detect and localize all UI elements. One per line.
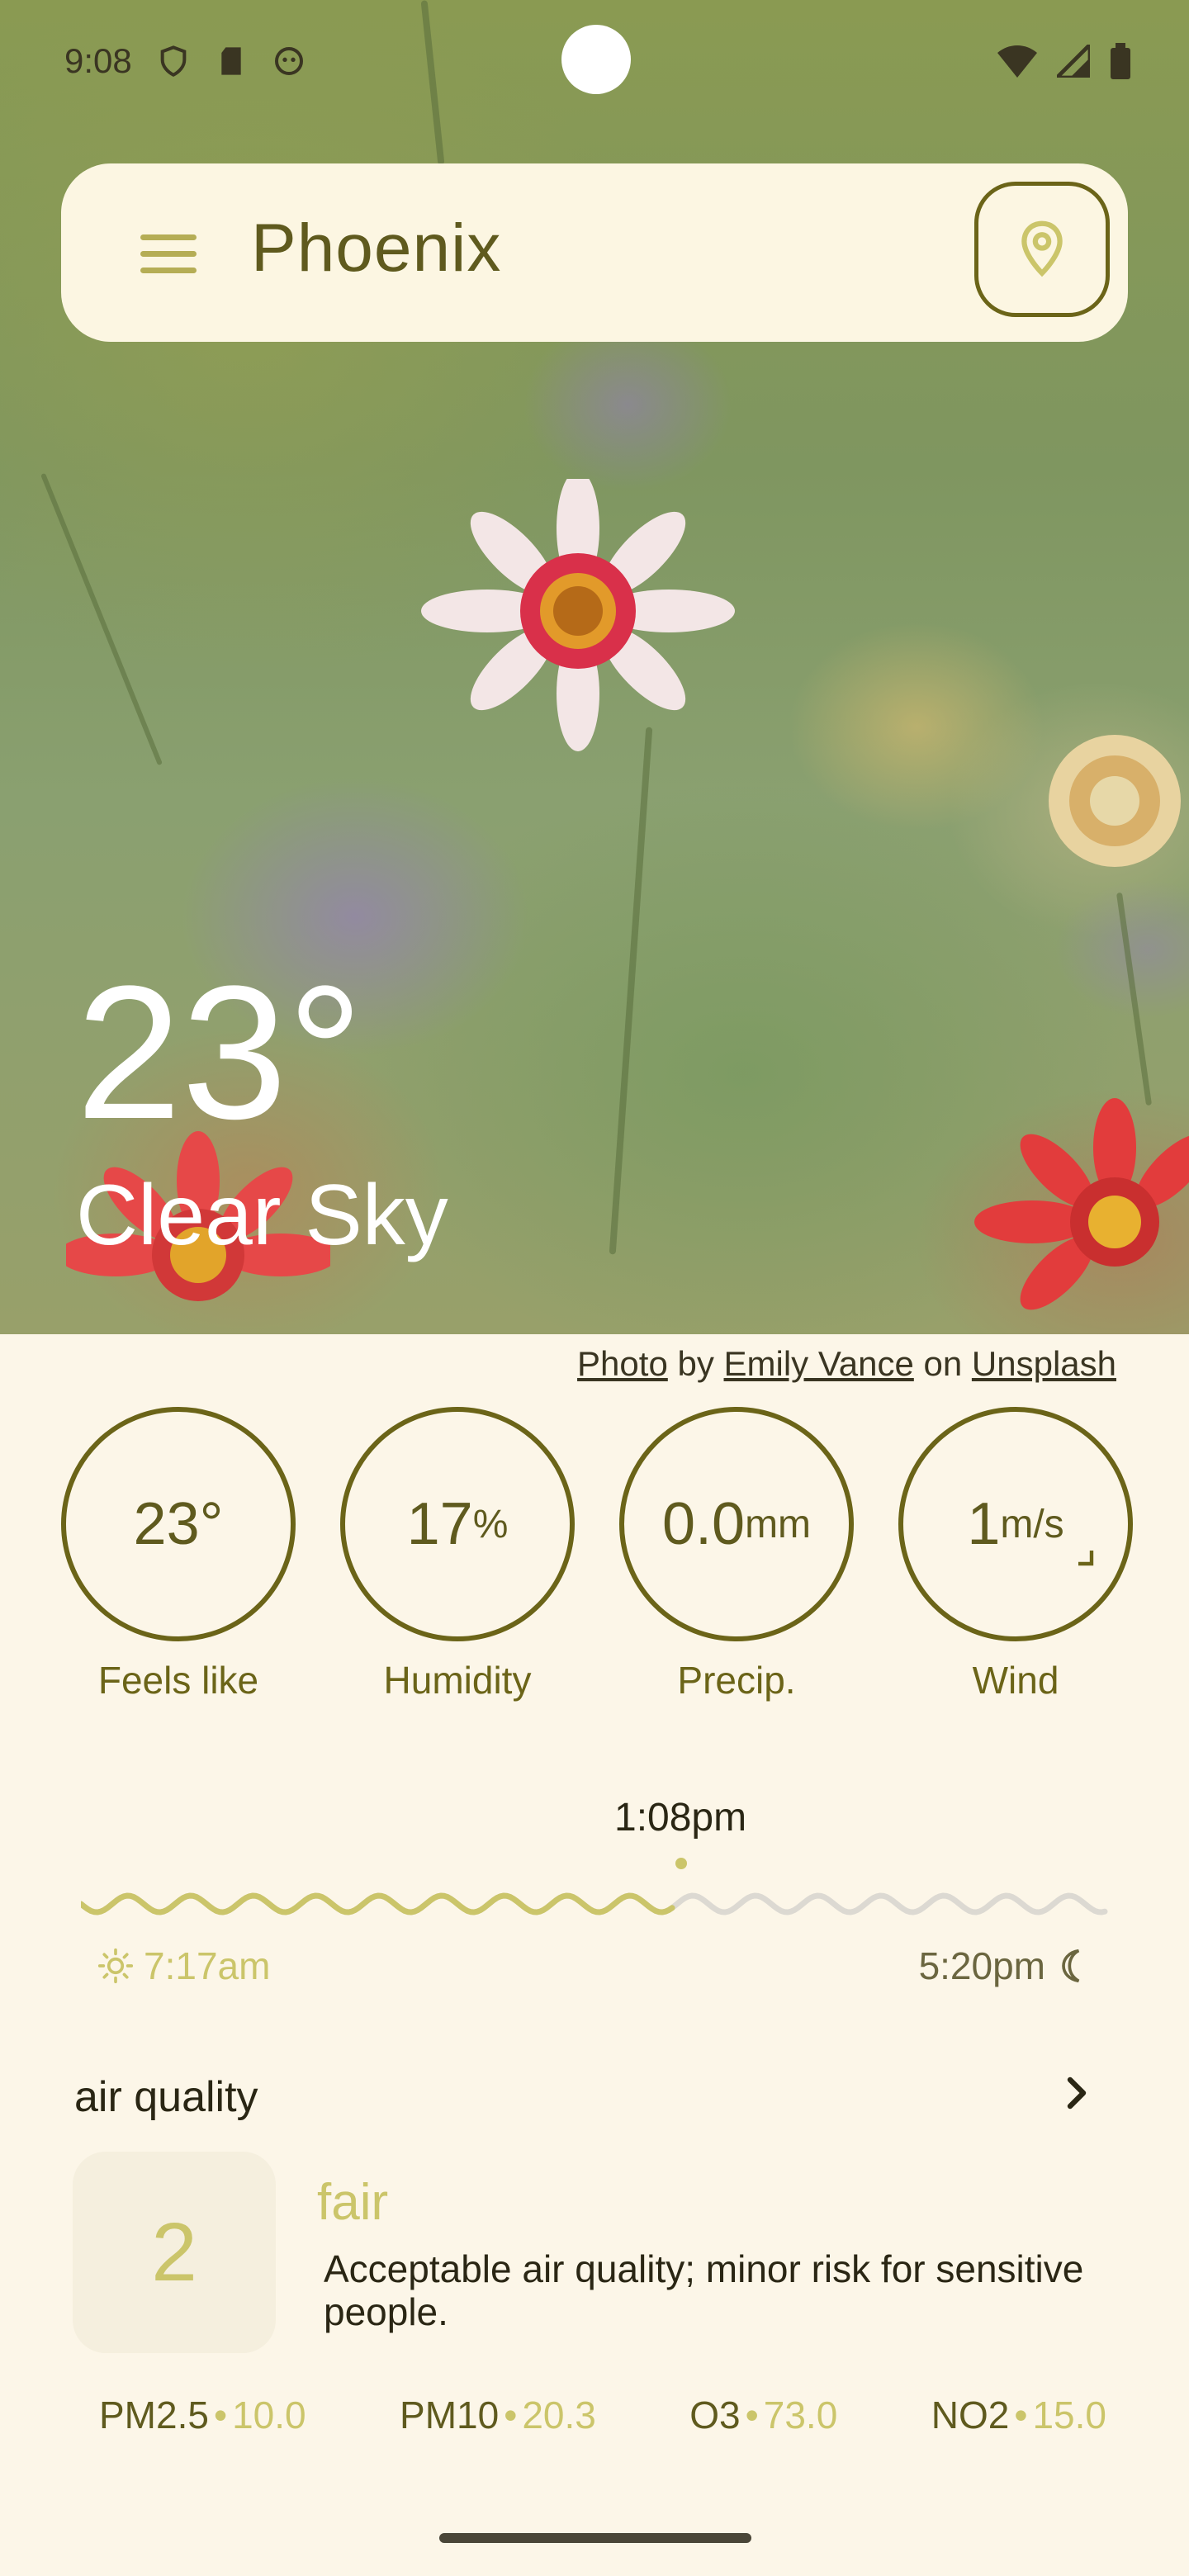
gesture-navigation-bar[interactable]: [439, 2533, 751, 2543]
wind-direction-icon: [1078, 1551, 1094, 1566]
pollutant-list: PM2.5 • 10.0 PM10 • 20.3 O3 • 73.0 NO2 • 15.0: [99, 2393, 1106, 2437]
menu-icon[interactable]: [140, 234, 197, 273]
pollutant-o3: O3 • 73.0: [689, 2394, 838, 2436]
city-name[interactable]: Phoenix: [251, 210, 501, 287]
stat-humidity: 17% Humidity: [340, 1407, 575, 1702]
stat-ring: 23°: [61, 1407, 296, 1641]
daylight-progress: [81, 1892, 1108, 1915]
location-pin-icon: [1021, 220, 1063, 277]
stat-ring: 1 m/s: [898, 1407, 1133, 1641]
stat-value: 23°: [133, 1491, 224, 1557]
pollutant-value: 10.0: [232, 2394, 306, 2436]
signal-icon: [1057, 45, 1090, 78]
photo-link[interactable]: Photo: [577, 1344, 668, 1383]
stat-ring: 17%: [340, 1407, 575, 1641]
daylight-elapsed: [81, 1892, 675, 1915]
pollutant-pm25: PM2.5 • 10.0: [99, 2394, 306, 2436]
pollutant-name: O3: [689, 2394, 741, 2436]
status-time: 9:08: [64, 41, 132, 80]
pollutant-value: 15.0: [1032, 2394, 1106, 2436]
air-quality-description: Acceptable air quality; minor risk for s…: [324, 2247, 1084, 2333]
pollutant-pm10: PM10 • 20.3: [400, 2394, 596, 2436]
stat-value: 17: [406, 1491, 473, 1557]
stat-label: Precip.: [677, 1659, 796, 1702]
stat-feels-like: 23° Feels like: [61, 1407, 296, 1702]
pollutant-no2: NO2 • 15.0: [931, 2394, 1106, 2436]
app-notification-icon: [274, 47, 303, 75]
sunset: 5:20pm: [919, 1944, 1088, 1988]
sun-icon: [97, 1948, 134, 1984]
pollutant-name: PM10: [400, 2394, 500, 2436]
air-quality-index: 2: [73, 2152, 276, 2353]
air-quality-level: fair: [317, 2174, 389, 2231]
credit-on-text: on: [923, 1344, 963, 1383]
sunrise: 7:17am: [97, 1944, 270, 1988]
location-button[interactable]: [974, 182, 1110, 317]
stat-unit: %: [472, 1502, 509, 1546]
stat-unit: m/s: [1000, 1502, 1064, 1546]
weather-stats: 23° Feels like 17% Humidity 0.0 mm Precip…: [61, 1407, 1135, 1704]
sd-card-icon: [221, 47, 241, 75]
shield-icon: [160, 45, 187, 77]
pollutant-name: NO2: [931, 2394, 1010, 2436]
sunset-time: 5:20pm: [918, 1944, 1045, 1987]
photo-credit: Photo by Emily Vance on Unsplash: [577, 1344, 1116, 1384]
stat-ring: 0.0 mm: [619, 1407, 854, 1641]
battery-icon: [1111, 43, 1130, 79]
sunrise-time: 7:17am: [144, 1944, 271, 1987]
stat-label: Humidity: [383, 1659, 532, 1702]
unsplash-link[interactable]: Unsplash: [972, 1344, 1116, 1383]
current-time-marker: 1:08pm: [614, 1796, 747, 1840]
author-link[interactable]: Emily Vance: [724, 1344, 914, 1383]
stat-value: 0.0: [661, 1491, 746, 1557]
credit-by-text: by: [677, 1344, 714, 1383]
pollutant-value: 20.3: [522, 2394, 596, 2436]
stat-unit: mm: [745, 1502, 812, 1546]
stat-precipitation: 0.0 mm Precip.: [619, 1407, 854, 1702]
chevron-right-icon[interactable]: [1060, 2072, 1093, 2114]
front-camera-cutout: [561, 25, 631, 94]
stat-label: Feels like: [97, 1659, 259, 1702]
pollutant-name: PM2.5: [99, 2394, 209, 2436]
current-temperature: 23°: [76, 946, 363, 1158]
air-quality-title[interactable]: air quality: [74, 2072, 258, 2122]
location-bar: Phoenix: [61, 163, 1128, 342]
current-time-dot: [675, 1858, 687, 1869]
current-condition: Clear Sky: [76, 1167, 448, 1263]
stat-label: Wind: [972, 1659, 1059, 1702]
moon-icon: [1062, 1949, 1080, 1983]
pollutant-value: 73.0: [763, 2394, 838, 2436]
stat-wind: 1 m/s Wind: [898, 1407, 1133, 1702]
wifi-icon: [997, 45, 1037, 78]
stat-value: 1: [967, 1491, 1001, 1557]
